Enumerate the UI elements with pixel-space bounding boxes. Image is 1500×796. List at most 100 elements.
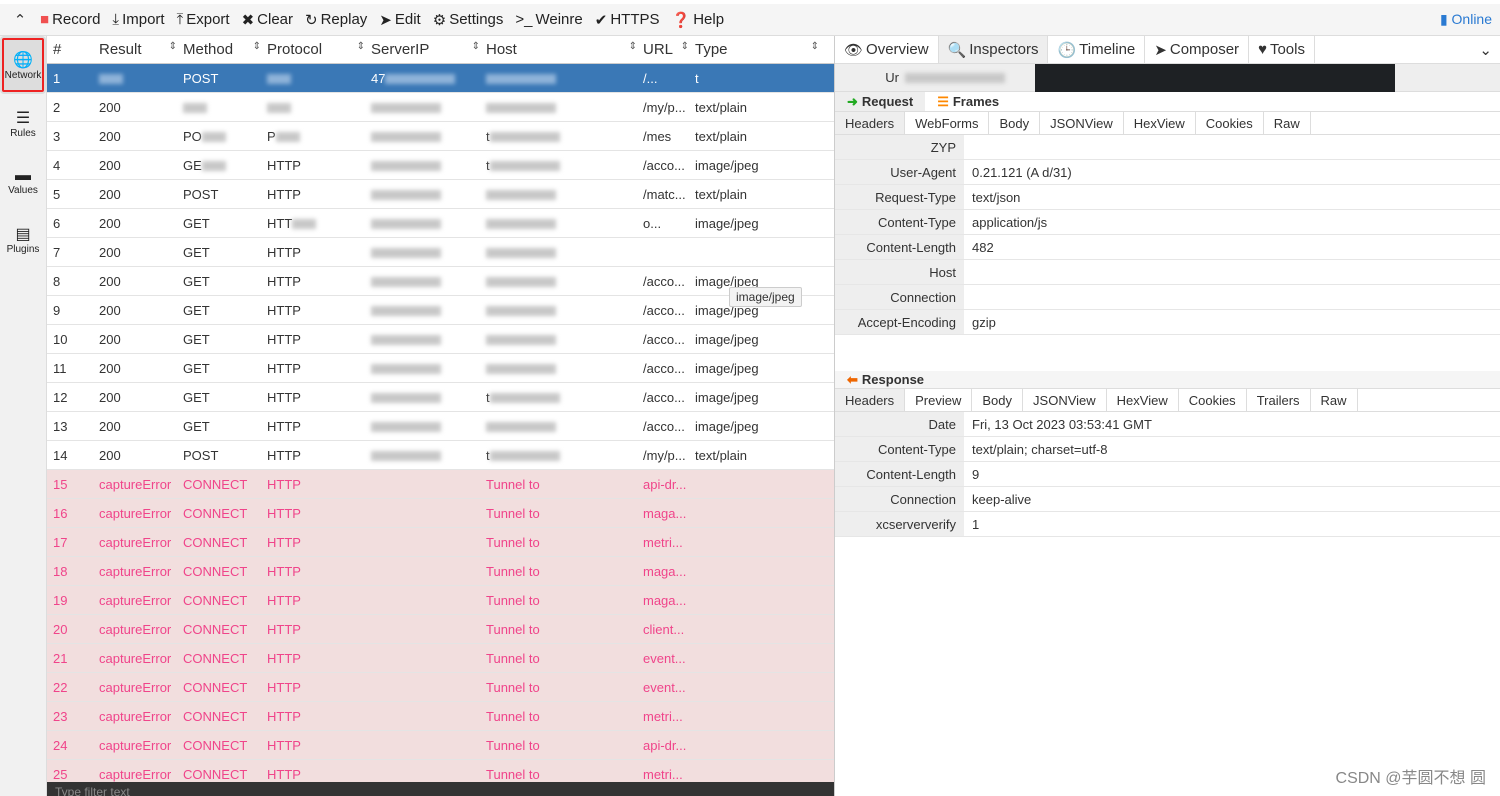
toolbar-label: Export	[186, 11, 230, 28]
table-row[interactable]: 3 200 PO Pt/mes text/plain	[47, 122, 834, 151]
sidebar-item-network[interactable]: 🌐 Network	[0, 36, 46, 94]
subtab-cookies[interactable]: Cookies	[1179, 389, 1247, 411]
column-header-result[interactable]: Result ⇕	[99, 41, 183, 58]
sort-icon[interactable]: ⇕	[357, 41, 365, 52]
table-row[interactable]: 23 captureError CONNECT HTTP Tunnel to metri.…	[47, 702, 834, 731]
cell-text: Tunnel to	[486, 476, 540, 492]
column-header-serverip[interactable]: ServerIP ⇕	[371, 41, 486, 58]
column-header-type[interactable]: Type ⇕	[695, 41, 825, 58]
toolbar-import-button[interactable]: ⤓ Import	[112, 11, 164, 29]
table-row[interactable]: 12 200 GET HTTP t/acco... image/jpeg	[47, 383, 834, 412]
toolbar-https-button[interactable]: ✔ HTTPS	[595, 11, 660, 29]
cell-method: POST	[183, 448, 267, 463]
column-header-url[interactable]: URL ⇕	[643, 41, 695, 58]
table-row[interactable]: 2 200/my/p... text/plain	[47, 93, 834, 122]
subtab-hexview[interactable]: HexView	[1107, 389, 1179, 411]
table-row[interactable]: 17 captureError CONNECT HTTP Tunnel to metri.…	[47, 528, 834, 557]
toolbar-weinre-button[interactable]: >_ Weinre	[515, 11, 582, 29]
tab-overview[interactable]: 👁 Overview	[835, 36, 939, 63]
subtab-headers[interactable]: Headers	[835, 112, 906, 134]
column-header-host[interactable]: Host ⇕	[486, 41, 643, 58]
subtab-hexview[interactable]: HexView	[1124, 112, 1196, 134]
toolbar-replay-button[interactable]: ↻ Replay	[305, 11, 367, 29]
terminal-icon: >_	[515, 11, 533, 28]
column-header-method[interactable]: Method ⇕	[183, 41, 267, 58]
subtab-headers[interactable]: Headers	[835, 389, 906, 411]
toolbar-help-button[interactable]: ❓ Help	[672, 11, 725, 29]
toolbar-settings-button[interactable]: ⚙ Settings	[433, 11, 504, 29]
sidebar-item-values[interactable]: ▬ Values	[0, 152, 46, 210]
table-row[interactable]: 11 200 GET HTTP/acco... image/jpeg	[47, 354, 834, 383]
header-value: keep-alive	[972, 492, 1032, 507]
table-row[interactable]: 22 captureError CONNECT HTTP Tunnel to event.…	[47, 673, 834, 702]
sort-icon[interactable]: ⇕	[629, 41, 637, 52]
table-row[interactable]: 10 200 GET HTTP/acco... image/jpeg	[47, 325, 834, 354]
cell-n: 2	[47, 100, 99, 115]
subtab-cookies[interactable]: Cookies	[1196, 112, 1264, 134]
sort-icon[interactable]: ⇕	[253, 41, 261, 52]
sidebar-item-rules[interactable]: ☰ Rules	[0, 94, 46, 152]
table-row[interactable]: 9 200 GET HTTP/acco... image/jpeg	[47, 296, 834, 325]
toolbar-record-button[interactable]: ■ Record	[40, 11, 100, 29]
request-tab[interactable]: ➜ Request	[835, 92, 926, 111]
column-label: URL	[643, 41, 674, 58]
subtab-raw[interactable]: Raw	[1264, 112, 1311, 134]
cell-method: GET	[183, 245, 267, 260]
column-header-number[interactable]: #	[47, 41, 99, 58]
tab-tools[interactable]: ♥ Tools	[1249, 36, 1315, 63]
table-row[interactable]: 1 POST 47 /... t	[47, 64, 834, 93]
table-row[interactable]: 13 200 GET HTTP/acco... image/jpeg	[47, 412, 834, 441]
table-row[interactable]: 14 200 POST HTTP t/my/p... text/plain	[47, 441, 834, 470]
frames-tab[interactable]: ☰ Frames	[925, 92, 1011, 111]
subtab-trailers[interactable]: Trailers	[1247, 389, 1311, 411]
cell-text: image/jpeg	[695, 418, 759, 434]
redacted	[371, 161, 441, 172]
subtab-raw[interactable]: Raw	[1311, 389, 1358, 411]
table-row[interactable]: 24 captureError CONNECT HTTP Tunnel to api-dr…	[47, 731, 834, 760]
table-row[interactable]: 7 200 GET HTTP	[47, 238, 834, 267]
toolbar-edit-button[interactable]: ➤ Edit	[379, 11, 420, 29]
header-row: Content-Type text/plain; charset=utf-8	[835, 437, 1500, 462]
table-row[interactable]: 4 200 GE HTTP t/acco... image/jpeg	[47, 151, 834, 180]
subtab-body[interactable]: Body	[989, 112, 1041, 134]
table-row[interactable]: 18 captureError CONNECT HTTP Tunnel to maga..…	[47, 557, 834, 586]
table-row[interactable]: 20 captureError CONNECT HTTP Tunnel to client…	[47, 615, 834, 644]
cell-n: 8	[47, 274, 99, 289]
tab-timeline[interactable]: 🕒 Timeline	[1048, 36, 1146, 63]
cell-protocol: HTTP	[267, 564, 371, 579]
cell-ip	[371, 361, 486, 376]
toolbar-clear-button[interactable]: ✖ Clear	[242, 11, 293, 29]
table-row[interactable]: 16 captureError CONNECT HTTP Tunnel to maga..…	[47, 499, 834, 528]
cell-result: 200	[99, 361, 183, 376]
subtab-preview[interactable]: Preview	[905, 389, 973, 411]
tab-inspectors[interactable]: 🔍 Inspectors	[938, 36, 1049, 63]
request-subtabs: Headers WebForms Body JSONView HexView Cookie…	[835, 112, 1500, 135]
table-row[interactable]: 19 captureError CONNECT HTTP Tunnel to maga..…	[47, 586, 834, 615]
redacted	[385, 74, 456, 85]
cell-text: 13	[53, 418, 68, 434]
subtab-body[interactable]: Body	[972, 389, 1024, 411]
subtab-jsonview[interactable]: JSONView	[1040, 112, 1124, 134]
toolbar-export-button[interactable]: ⤒ Export	[177, 11, 230, 29]
cell-text: api-dr...	[643, 476, 687, 492]
column-header-protocol[interactable]: Protocol ⇕	[267, 41, 371, 58]
online-status[interactable]: ▮ Online	[1440, 11, 1492, 28]
tab-composer[interactable]: ➤ Composer	[1145, 36, 1250, 63]
table-row[interactable]: 6 200 GET HTT o... image/jpeg	[47, 209, 834, 238]
filter-input[interactable]: Type filter text	[47, 782, 834, 796]
subtab-jsonview[interactable]: JSONView	[1023, 389, 1107, 411]
table-row[interactable]: 21 captureError CONNECT HTTP Tunnel to event.…	[47, 644, 834, 673]
table-row[interactable]: 25 captureError CONNECT HTTP Tunnel to metri.…	[47, 760, 834, 782]
sort-icon[interactable]: ⇕	[169, 41, 177, 52]
cell-host: Tunnel to	[486, 506, 643, 521]
subtab-webforms[interactable]: WebForms	[905, 112, 990, 134]
sort-icon[interactable]: ⇕	[681, 41, 689, 52]
chevron-down-icon[interactable]: ⌄	[1479, 36, 1492, 63]
sidebar-item-plugins[interactable]: ▤ Plugins	[0, 210, 46, 268]
collapse-icon[interactable]: ⌃	[0, 11, 40, 29]
table-row[interactable]: 15 captureError CONNECT HTTP Tunnel to api-dr…	[47, 470, 834, 499]
sort-icon[interactable]: ⇕	[472, 41, 480, 52]
table-row[interactable]: 5 200 POST HTTP/matc... text/plain	[47, 180, 834, 209]
table-row[interactable]: 8 200 GET HTTP/acco... image/jpeg	[47, 267, 834, 296]
sort-icon[interactable]: ⇕	[811, 41, 819, 52]
